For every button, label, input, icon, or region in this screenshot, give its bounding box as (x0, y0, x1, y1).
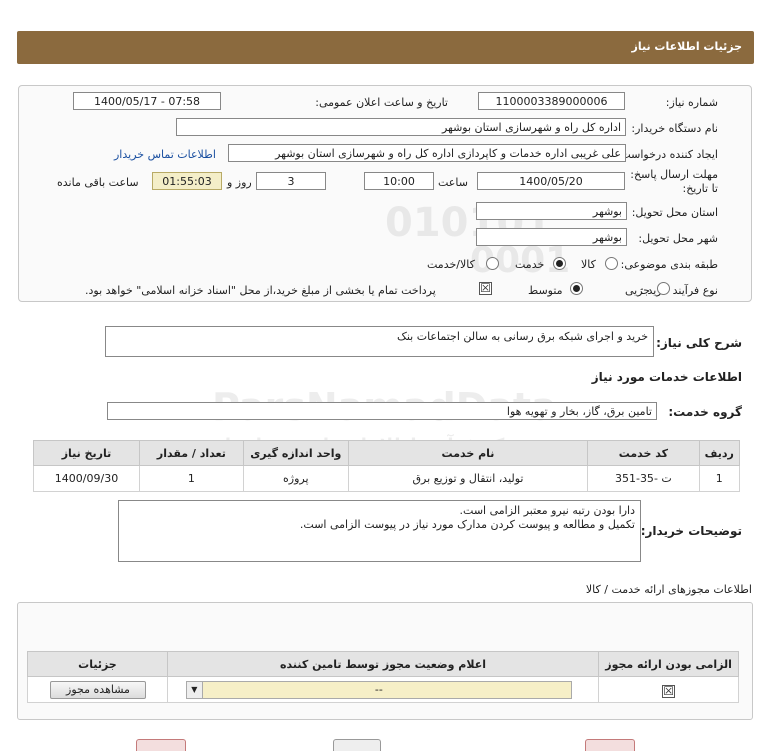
deadline-time-field: 10:00 (364, 172, 434, 190)
creator-label: ایجاد کننده درخواست: (616, 148, 718, 161)
service-group-label: گروه خدمت: (668, 405, 742, 419)
cell-quantity: 1 (139, 465, 244, 492)
col-need-date: تاریخ نیاز (33, 440, 140, 466)
creator-field: علی غریبی اداره خدمات و کاپردازی اداره ک… (228, 144, 626, 162)
category-radio-service[interactable] (553, 257, 566, 270)
permit-status-value: -- (374, 683, 383, 696)
permits-table-header: الزامی بودن ارائه مجوز اعلام وضعیت مجوز … (27, 651, 739, 677)
permit-status-select[interactable]: ▼ -- (185, 681, 572, 699)
buyer-notes-label: توضیحات خریدار: (640, 524, 742, 538)
permits-table: الزامی بودن ارائه مجوز اعلام وضعیت مجوز … (27, 651, 739, 703)
col-service-code: کد خدمت (587, 440, 700, 466)
process-radio-minor[interactable] (657, 282, 670, 295)
cell-permit-required: ☒ (598, 676, 739, 703)
buyer-org-field: اداره کل راه و شهرسازی استان بوشهر (176, 118, 626, 136)
services-table: ردیف کد خدمت نام خدمت واحد اندازه گیری ت… (33, 440, 740, 492)
need-summary-label: شرح کلی نیاز: (656, 336, 742, 350)
announce-date-label: تاریخ و ساعت اعلان عمومی: (315, 96, 448, 109)
province-field: بوشهر (476, 202, 627, 220)
category-option-goods: کالا (581, 258, 596, 271)
view-permit-button[interactable]: مشاهده مجوز (50, 681, 146, 699)
cell-unit: پروژه (242, 465, 349, 492)
announce-date-field: 1400/05/17 - 07:58 (73, 92, 221, 110)
cell-permit-status: ▼ -- (166, 676, 600, 703)
buyer-notes-field: دارا بودن رتبه نیرو معتبر الزامی است. تک… (118, 500, 641, 562)
treasury-payment-note: پرداخت تمام یا بخشی از مبلغ خرید،از محل … (85, 284, 436, 297)
need-summary-field: خرید و اجرای شبکه برق رسانی به سالن اجتم… (105, 326, 654, 357)
cell-service-name: تولید، انتقال و توزیع برق (347, 465, 589, 492)
col-service-name: نام خدمت (347, 440, 589, 466)
cell-permit-details: مشاهده مجوز (27, 676, 168, 703)
days-remaining-field: 3 (256, 172, 326, 190)
bottom-action-button-left[interactable] (136, 739, 186, 751)
city-label: شهر محل تحویل: (638, 232, 718, 245)
category-option-service: خدمت (515, 258, 545, 271)
service-group-field: تامین برق، گاز، بخار و تهویه هوا (107, 402, 657, 420)
col-permit-required: الزامی بودن ارائه مجوز (598, 651, 739, 677)
city-field: بوشهر (476, 228, 627, 246)
buyer-notes-line-2: تکمیل و مطالعه و پیوست کردن مدارک مورد ن… (299, 518, 635, 531)
buyer-org-label: نام دستگاه خریدار: (631, 122, 718, 135)
bottom-action-button-right[interactable] (585, 739, 635, 751)
process-radio-medium[interactable] (570, 282, 583, 295)
permit-required-checkbox: ☒ (662, 684, 676, 698)
category-radio-goods-service[interactable] (486, 257, 499, 270)
province-label: استان محل تحویل: (631, 206, 718, 219)
col-row-number: ردیف (698, 440, 740, 466)
need-number-field: 1100003389000006 (478, 92, 625, 110)
category-radio-goods[interactable] (605, 257, 618, 270)
deadline-label: مهلت ارسال پاسخ: تا تاریخ: (630, 168, 718, 195)
permits-section-title: اطلاعات مجوزهای ارائه خدمت / کالا (585, 583, 752, 596)
category-label: طبقه بندی موضوعی: (620, 258, 718, 271)
process-label: نوع فرآیند خرید : (640, 284, 718, 297)
cell-need-date: 1400/09/30 (33, 465, 140, 492)
buyer-notes-line-1: دارا بودن رتبه نیرو معتبر الزامی است. (459, 504, 635, 517)
dropdown-arrow-icon: ▼ (186, 682, 203, 698)
treasury-payment-checkbox[interactable]: ☒ (479, 282, 492, 295)
table-row: ☒ ▼ -- مشاهده مجوز (27, 676, 739, 703)
col-permit-details: جزئیات (27, 651, 168, 677)
days-label: روز و (227, 176, 252, 189)
table-row: 1 ت -35-351 تولید، انتقال و توزیع برق پر… (33, 465, 740, 492)
deadline-date-field: 1400/05/20 (477, 172, 625, 190)
process-option-minor: جزیی (625, 284, 651, 297)
cell-row-number: 1 (698, 465, 740, 492)
page-title: جزئیات اطلاعات نیاز (631, 40, 743, 53)
services-section-title: اطلاعات خدمات مورد نیاز (591, 370, 742, 384)
col-unit: واحد اندازه گیری (242, 440, 349, 466)
bottom-action-button-middle[interactable] (333, 739, 381, 751)
deadline-time-label: ساعت (438, 176, 468, 189)
col-permit-status: اعلام وضعیت مجوز توسط تامین کننده (166, 651, 600, 677)
category-option-goods-service: کالا/خدمت (427, 258, 475, 271)
need-number-label: شماره نیاز: (665, 96, 718, 109)
col-quantity: تعداد / مقدار (139, 440, 244, 466)
buyer-contact-link[interactable]: اطلاعات تماس خریدار (114, 148, 216, 161)
services-table-header: ردیف کد خدمت نام خدمت واحد اندازه گیری ت… (33, 440, 740, 466)
page-header: جزئیات اطلاعات نیاز (17, 31, 754, 64)
remaining-time-label: ساعت باقی مانده (57, 176, 139, 189)
cell-service-code: ت -35-351 (587, 465, 700, 492)
process-option-medium: متوسط (528, 284, 563, 297)
remaining-time-field: 01:55:03 (152, 172, 222, 190)
